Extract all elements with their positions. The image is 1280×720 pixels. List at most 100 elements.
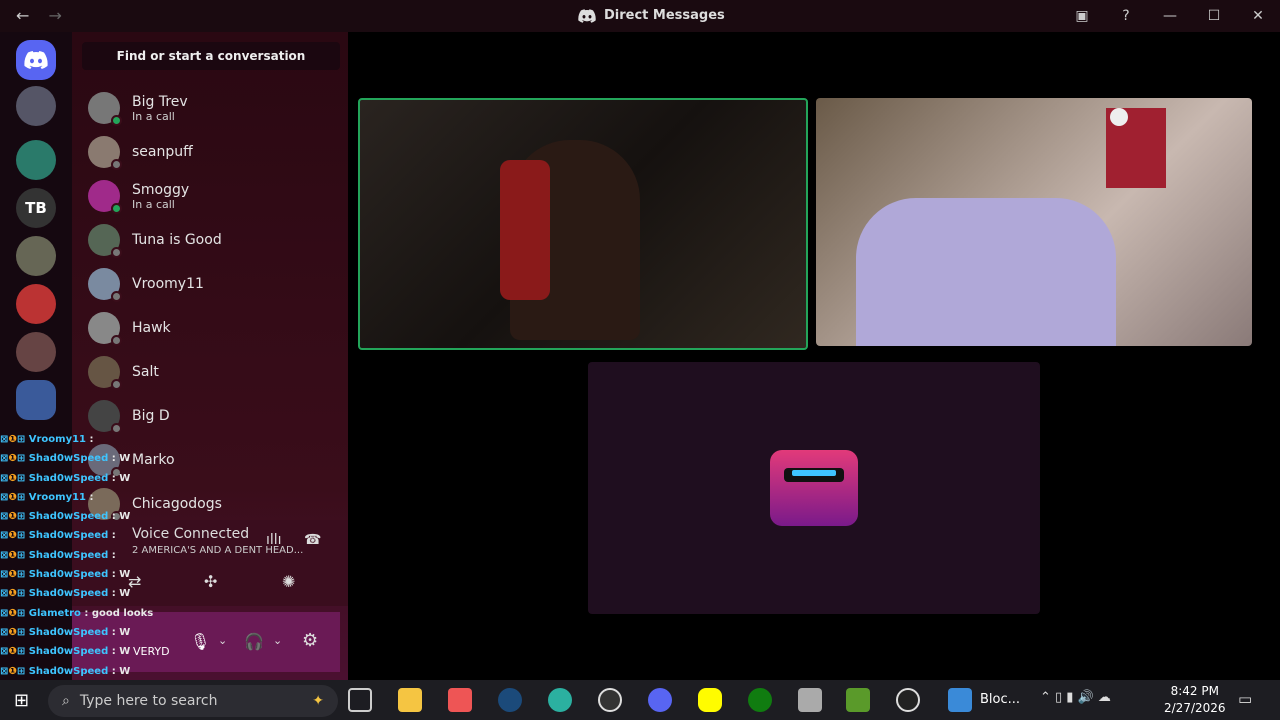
server-icon[interactable]: TB	[16, 188, 56, 228]
minimize-icon[interactable]: —	[1148, 8, 1192, 24]
visor-glow	[792, 470, 836, 476]
back-arrow-icon[interactable]: ←	[16, 6, 29, 25]
chat-username: Shad0wSpeed	[28, 588, 109, 600]
taskbar-search-input[interactable]: ⌕ Type here to search ✦	[48, 685, 338, 717]
badge-icon: ⊞	[16, 453, 26, 465]
badge-icon: ⊞	[16, 472, 26, 484]
maximize-icon[interactable]: ☐	[1192, 8, 1236, 24]
clock-date: 2/27/2026	[1164, 701, 1226, 715]
chat-text: W	[119, 453, 131, 465]
server-icon[interactable]	[16, 140, 56, 180]
badge-icon: ❶	[8, 453, 17, 465]
chat-username: Shad0wSpeed	[28, 453, 109, 465]
discord-taskbar-icon[interactable]	[648, 688, 672, 712]
chat-username: Vroomy11	[28, 434, 86, 445]
avatar	[88, 224, 122, 258]
ms-store-icon[interactable]	[448, 688, 472, 712]
dm-list-item[interactable]: Big Trev In a call	[88, 88, 338, 128]
recording-icon[interactable]	[896, 688, 920, 712]
video-tile[interactable]	[358, 98, 808, 350]
badge-icon: ❶	[8, 569, 17, 581]
video-tile[interactable]	[588, 362, 1040, 614]
server-icon[interactable]	[16, 332, 56, 372]
app-icon[interactable]	[798, 688, 822, 712]
chat-message: ⊠❶⊞ Shad0wSpeed : W	[0, 626, 131, 638]
taskbar-active-app[interactable]: Bloc...	[980, 692, 1020, 707]
dm-list-item[interactable]: Salt	[88, 352, 338, 392]
badge-icon: ⊞	[16, 626, 26, 638]
badge-icon: ⊞	[16, 569, 26, 581]
status-icon	[1110, 108, 1128, 126]
inbox-icon[interactable]: ▣	[1060, 8, 1104, 24]
chat-text: W	[119, 472, 131, 484]
help-icon[interactable]: ?	[1104, 8, 1148, 24]
chat-message: ⊠❶⊞ Shad0wSpeed : W	[0, 472, 131, 484]
clock[interactable]: 8:42 PM 2/27/2026	[1164, 683, 1226, 717]
xbox-icon[interactable]	[748, 688, 772, 712]
file-explorer-icon[interactable]	[398, 688, 422, 712]
forward-arrow-icon[interactable]: →	[49, 6, 62, 25]
badge-icon: ⊞	[16, 665, 26, 677]
stream-chat-overlay: ⊠❶⊞ Vroomy11 : ⊠❶⊞ Shad0wSpeed : W ⊠❶⊞ Sh…	[0, 430, 340, 720]
dm-list-item[interactable]: Tuna is Good	[88, 220, 338, 260]
find-conversation-button[interactable]: Find or start a conversation	[82, 42, 340, 70]
system-tray-icons[interactable]: ⌃ ▯ ▮ 🔊 ☁	[1040, 690, 1111, 705]
chat-username: Glametro	[28, 607, 81, 619]
badge-icon: ⊞	[16, 434, 26, 445]
chat-message: ⊠❶⊞ Shad0wSpeed : W	[0, 511, 131, 523]
status-indicator-icon	[111, 247, 122, 258]
dm-activity: In a call	[132, 197, 175, 211]
discord-logo-icon	[578, 8, 596, 23]
badge-icon: ⊞	[16, 588, 26, 600]
avatar	[88, 180, 122, 214]
chat-message: ⊠❶⊞ Shad0wSpeed :	[0, 530, 116, 542]
discord-logo-icon	[24, 51, 48, 69]
server-icon[interactable]	[16, 380, 56, 420]
dm-list-item[interactable]: Vroomy11	[88, 264, 338, 304]
badge-icon: ❶	[8, 491, 17, 503]
avatar	[88, 268, 122, 302]
chat-text: W	[119, 569, 131, 581]
badge-icon: ⊞	[16, 607, 26, 619]
home-button[interactable]	[16, 40, 56, 80]
chat-message: ⊠❶⊞ Vroomy11 :	[0, 491, 94, 503]
app-icon[interactable]	[846, 688, 870, 712]
snapchat-icon[interactable]	[698, 688, 722, 712]
dm-name: seanpuff	[132, 144, 193, 160]
chat-username: Shad0wSpeed	[28, 530, 109, 542]
chat-text: W	[119, 511, 131, 523]
dm-name: Big Trev	[132, 93, 188, 110]
badge-icon: ❶	[8, 626, 17, 638]
edge-icon[interactable]	[548, 688, 572, 712]
chat-message: ⊠❶⊞ Shad0wSpeed :	[0, 549, 116, 561]
close-icon[interactable]: ✕	[1236, 8, 1280, 24]
chat-username: Shad0wSpeed	[28, 511, 109, 523]
chat-text: W	[119, 665, 131, 677]
dm-name: Smoggy	[132, 181, 190, 198]
avatar	[88, 400, 122, 434]
task-view-icon[interactable]	[348, 688, 372, 712]
server-icon[interactable]	[16, 284, 56, 324]
badge-icon: ⊞	[16, 491, 26, 503]
badge-icon: ⊞	[16, 549, 26, 561]
dm-list-item[interactable]: Smoggy In a call	[88, 176, 338, 216]
server-icon[interactable]	[16, 86, 56, 126]
dm-activity: In a call	[132, 109, 175, 123]
start-windows-icon[interactable]: ⊞	[14, 690, 29, 711]
dm-list-item[interactable]: Hawk	[88, 308, 338, 348]
status-indicator-icon	[111, 115, 122, 126]
notifications-icon[interactable]: ▭	[1238, 690, 1252, 708]
title-bar: ← → Direct Messages ▣ ? — ☐ ✕	[0, 0, 1280, 32]
chat-message: ⊠❶⊞ Glametro : good looks	[0, 607, 154, 619]
obs-icon[interactable]	[598, 688, 622, 712]
chat-message: ⊠❶⊞ Shad0wSpeed : W	[0, 569, 131, 581]
steam-icon[interactable]	[498, 688, 522, 712]
app-icon[interactable]	[948, 688, 972, 712]
search-placeholder: Type here to search	[79, 693, 218, 709]
dm-list-item[interactable]: seanpuff	[88, 132, 338, 172]
server-icon[interactable]	[16, 236, 56, 276]
dm-name: Hawk	[132, 320, 171, 336]
video-tile[interactable]	[816, 98, 1252, 346]
chair-shape	[500, 160, 550, 300]
dm-name: Salt	[132, 364, 159, 380]
